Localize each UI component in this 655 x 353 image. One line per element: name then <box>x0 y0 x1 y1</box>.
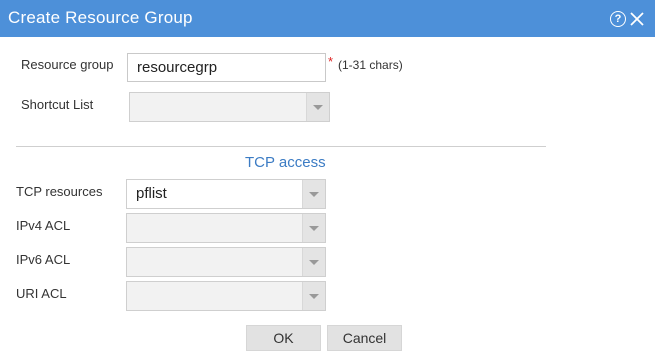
tcp-resources-value: pflist <box>136 185 167 202</box>
chevron-down-icon[interactable] <box>302 214 325 242</box>
chevron-down-icon[interactable] <box>302 248 325 276</box>
resource-group-hint: (1-31 chars) <box>338 58 403 72</box>
ipv4-acl-select[interactable] <box>126 213 326 243</box>
cancel-button[interactable]: Cancel <box>327 325 402 351</box>
uri-acl-label: URI ACL <box>16 286 67 301</box>
tcp-access-section-title: TCP access <box>245 154 326 171</box>
required-mark: * <box>328 54 334 69</box>
tcp-resources-label: TCP resources <box>16 184 103 199</box>
ok-button[interactable]: OK <box>246 325 321 351</box>
close-icon[interactable] <box>629 11 645 27</box>
section-divider <box>16 146 546 147</box>
dialog-title: Create Resource Group <box>8 8 193 27</box>
dialog-titlebar: Create Resource Group ? <box>0 0 655 37</box>
chevron-down-icon[interactable] <box>302 180 325 208</box>
help-icon[interactable]: ? <box>610 11 626 27</box>
ipv4-acl-label: IPv4 ACL <box>16 218 71 233</box>
resource-group-label: Resource group <box>21 57 114 72</box>
uri-acl-select[interactable] <box>126 281 326 311</box>
chevron-down-icon[interactable] <box>302 282 325 310</box>
shortcut-list-select[interactable] <box>129 92 330 122</box>
chevron-down-icon[interactable] <box>306 93 329 121</box>
tcp-resources-select[interactable]: pflist <box>126 179 326 209</box>
ipv6-acl-select[interactable] <box>126 247 326 277</box>
ipv6-acl-label: IPv6 ACL <box>16 252 71 267</box>
resource-group-input[interactable] <box>127 53 326 82</box>
shortcut-list-label: Shortcut List <box>21 97 94 112</box>
